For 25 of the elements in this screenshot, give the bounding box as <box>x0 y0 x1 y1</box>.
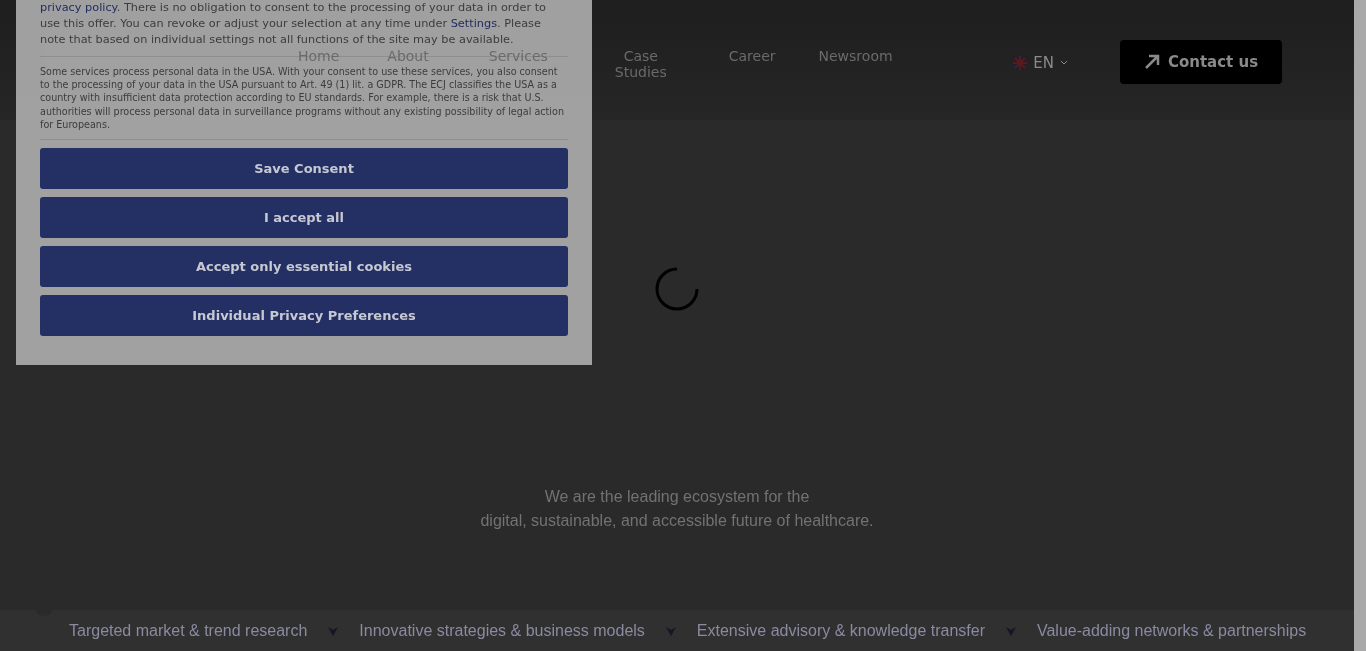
chevron-icon <box>664 624 677 637</box>
usa-notice: Some services process personal data in the USA. With your consent to use these services, you also consent to the processing of your data in the USA pursuant to Art. 49 (1) lit. a GDPR. The ECJ classifies the USA as a country with insufficient data protection according to EU standards. For example, there is a risk that U.S. authorities will process personal data in surveillance programs without any existing possibility of legal action for Europeans. <box>40 65 565 131</box>
chevron-icon <box>1004 624 1017 637</box>
scrollbar[interactable] <box>1354 0 1366 651</box>
ticker-text: Targeted market & trend research <box>69 621 308 640</box>
consent-text: privacy policy. There is no obligation to consent to the processing of your data in order to use this offer. You can revoke or adjust your selection at any time under Settings. Please note that based on individual settings not all functions of the site may be available. <box>40 0 547 48</box>
consent-button[interactable]: I accept all <box>40 197 568 238</box>
nav-link[interactable]: Case Studies <box>614 48 667 80</box>
loading-spinner-icon <box>655 267 699 311</box>
arrow-icon <box>1143 54 1160 70</box>
caret-icon <box>1060 60 1068 66</box>
language-selector[interactable]: EN <box>1013 54 1068 72</box>
contact-button[interactable]: Contact us <box>1120 40 1282 84</box>
nav-link[interactable]: Career <box>728 48 776 64</box>
flag-icon <box>1013 56 1028 70</box>
ticker-text: Extensive advisory & knowledge transfer <box>696 621 985 640</box>
nav-link[interactable]: Newsroom <box>818 48 893 64</box>
ticker-text: Innovative strategies & business models <box>359 621 645 640</box>
consent-link[interactable]: privacy policy <box>40 1 117 14</box>
consent-button[interactable]: Save Consent <box>40 148 568 189</box>
ticker-text: Value-adding networks & partnerships <box>1036 621 1307 640</box>
chevron-icon <box>327 624 340 637</box>
consent-button[interactable]: Individual Privacy Preferences <box>40 295 568 336</box>
consent-button[interactable]: Accept only essential cookies <box>40 246 568 287</box>
hero-tagline: We are the leading ecosystem for the digital, sustainable, and accessible future of healthcare. <box>480 487 874 531</box>
